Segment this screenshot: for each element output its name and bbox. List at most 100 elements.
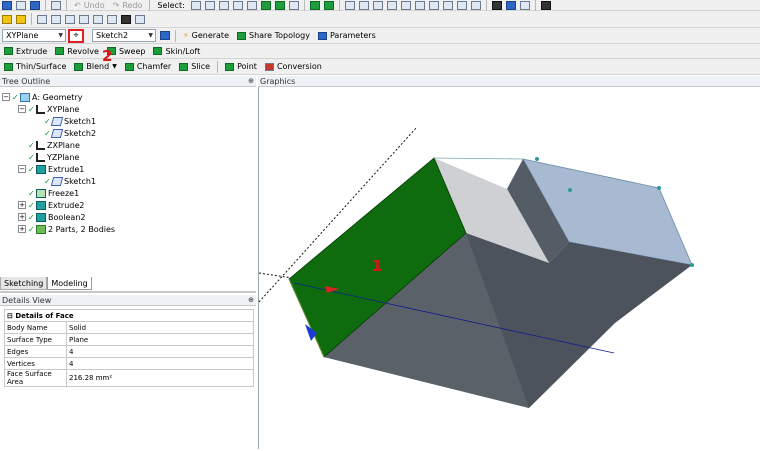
extend-select-icon[interactable] bbox=[274, 0, 285, 10]
units-icon[interactable] bbox=[2, 14, 12, 24]
previous-view-icon[interactable] bbox=[428, 0, 439, 10]
tree-item-boolean2[interactable]: + ✓ Boolean2 bbox=[18, 211, 85, 223]
details-row-value[interactable]: Plane bbox=[66, 333, 254, 346]
expand-icon[interactable]: + bbox=[18, 213, 26, 221]
tree-item-sketch1[interactable]: ✓ Sketch1 bbox=[44, 115, 96, 127]
flag-icon[interactable] bbox=[135, 14, 145, 24]
look-at-icon[interactable] bbox=[491, 0, 502, 10]
circle-tool-icon[interactable] bbox=[93, 14, 103, 24]
new-sketch-icon[interactable] bbox=[160, 31, 170, 40]
generate-button[interactable]: ⚡ Generate bbox=[179, 29, 233, 42]
rotate-icon[interactable] bbox=[344, 0, 355, 10]
graphics-viewport[interactable]: 1 bbox=[258, 87, 760, 449]
details-row-value[interactable]: 4 bbox=[66, 345, 254, 358]
details-row[interactable]: Surface Type Plane bbox=[4, 333, 254, 346]
parameters-button[interactable]: Parameters bbox=[314, 29, 380, 42]
tab-sketching[interactable]: Sketching bbox=[0, 277, 48, 290]
select-all-icon[interactable] bbox=[309, 0, 320, 10]
tab-modeling[interactable]: Modeling bbox=[47, 277, 92, 290]
vertex-point[interactable] bbox=[657, 186, 661, 190]
vertex-point[interactable] bbox=[568, 188, 572, 192]
details-row[interactable]: Vertices 4 bbox=[4, 357, 254, 370]
constraint-tool-icon[interactable] bbox=[121, 14, 131, 24]
point-button[interactable]: Point bbox=[221, 60, 261, 73]
details-row[interactable]: Face Surface Area 216.28 mm² bbox=[4, 369, 254, 387]
revolve-button[interactable]: Revolve bbox=[51, 45, 103, 58]
share-topology-button[interactable]: Share Topology bbox=[233, 29, 314, 42]
tree-item-label: Extrude1 bbox=[48, 164, 85, 174]
tree-item-extrude1-sketch1[interactable]: ✓ Sketch1 bbox=[44, 175, 96, 187]
sketch-dropdown[interactable]: Sketch2 ▼ bbox=[92, 29, 156, 42]
new-icon[interactable] bbox=[2, 0, 12, 10]
thinsurface-button[interactable]: Thin/Surface bbox=[0, 60, 70, 73]
undo-button[interactable]: ↶ Undo bbox=[70, 0, 109, 12]
select-mode-icon[interactable] bbox=[190, 0, 201, 10]
new-plane-button[interactable]: ⌖ bbox=[68, 28, 84, 43]
dimension-tool-icon[interactable] bbox=[107, 14, 117, 24]
details-row[interactable]: Body Name Solid bbox=[4, 321, 254, 334]
details-row-name: Edges bbox=[4, 345, 67, 358]
collapse-icon[interactable]: ⊟ bbox=[7, 312, 13, 320]
conversion-button[interactable]: Conversion bbox=[261, 60, 326, 73]
expand-icon[interactable]: + bbox=[18, 225, 26, 233]
edge-filter-icon[interactable] bbox=[232, 0, 243, 10]
line-tool-icon[interactable] bbox=[37, 14, 47, 24]
redo-button[interactable]: ↷ Redo bbox=[109, 0, 147, 12]
spline-tool-icon[interactable] bbox=[79, 14, 89, 24]
tree-item-xyplane[interactable]: − ✓ XYPlane bbox=[18, 103, 79, 115]
select-filter-icon[interactable] bbox=[204, 0, 215, 10]
zoom-fit-icon[interactable] bbox=[400, 0, 411, 10]
zoom-icon[interactable] bbox=[372, 0, 383, 10]
blend-button[interactable]: Blend ▼ bbox=[70, 60, 120, 73]
pane-divider[interactable] bbox=[0, 291, 256, 293]
chamfer-button[interactable]: Chamfer bbox=[121, 60, 175, 73]
tree-item-extrude2[interactable]: + ✓ Extrude2 bbox=[18, 199, 84, 211]
display-plane-icon[interactable] bbox=[470, 0, 481, 10]
tree-item-freeze1[interactable]: ✓ Freeze1 bbox=[28, 187, 79, 199]
face-filter-icon[interactable] bbox=[246, 0, 257, 10]
vertex-point[interactable] bbox=[690, 263, 694, 267]
arc-tool-icon[interactable] bbox=[65, 14, 75, 24]
point-filter-icon[interactable] bbox=[218, 0, 229, 10]
details-row[interactable]: Edges 4 bbox=[4, 345, 254, 358]
screenshot-icon[interactable] bbox=[51, 0, 61, 10]
details-row-value[interactable]: 216.28 mm² bbox=[66, 369, 254, 387]
extrude-button[interactable]: Extrude bbox=[0, 45, 51, 58]
collapse-icon[interactable]: − bbox=[2, 93, 10, 101]
collapse-icon[interactable]: − bbox=[18, 165, 26, 173]
tree-item-geometry[interactable]: − ✓ A: Geometry bbox=[2, 91, 82, 103]
magnifier-icon[interactable] bbox=[414, 0, 425, 10]
extend-all-icon[interactable] bbox=[323, 0, 334, 10]
zoom-box-icon[interactable] bbox=[386, 0, 397, 10]
body-filter-icon[interactable] bbox=[260, 0, 271, 10]
tree-item-yzplane[interactable]: ✓ YZPlane bbox=[28, 151, 79, 163]
pin-icon[interactable]: ⊕ bbox=[248, 296, 256, 304]
tree-item-extrude1[interactable]: − ✓ Extrude1 bbox=[18, 163, 84, 175]
model-view[interactable] bbox=[258, 87, 760, 449]
save-icon[interactable] bbox=[30, 0, 40, 10]
pan-icon[interactable] bbox=[358, 0, 369, 10]
open-icon[interactable] bbox=[16, 0, 26, 10]
display-edge-icon[interactable] bbox=[519, 0, 530, 10]
expand-icon[interactable]: + bbox=[18, 201, 26, 209]
skinloft-button[interactable]: Skin/Loft bbox=[149, 45, 204, 58]
tree-item-zxplane[interactable]: ✓ ZXPlane bbox=[28, 139, 80, 151]
collapse-icon[interactable]: − bbox=[18, 105, 26, 113]
next-view-icon[interactable] bbox=[442, 0, 453, 10]
tree-item-parts[interactable]: + ✓ 2 Parts, 2 Bodies bbox=[18, 223, 115, 235]
pin-icon[interactable]: ⊕ bbox=[248, 77, 256, 85]
vertex-point[interactable] bbox=[535, 157, 539, 161]
details-row-value[interactable]: Solid bbox=[66, 321, 254, 334]
conversion-label: Conversion bbox=[276, 62, 322, 71]
details-row-value[interactable]: 4 bbox=[66, 357, 254, 370]
polyline-tool-icon[interactable] bbox=[51, 14, 61, 24]
options-icon[interactable] bbox=[16, 14, 26, 24]
display-model-icon[interactable] bbox=[505, 0, 516, 10]
iso-view-icon[interactable] bbox=[456, 0, 467, 10]
plane-dropdown[interactable]: XYPlane ▼ bbox=[2, 29, 66, 42]
expand-icon[interactable] bbox=[288, 0, 299, 10]
slice-button[interactable]: Slice bbox=[175, 60, 214, 73]
tree-item-sketch2[interactable]: ✓ Sketch2 bbox=[44, 127, 96, 139]
tree-item-label: Sketch1 bbox=[64, 176, 97, 186]
help-icon[interactable] bbox=[540, 0, 551, 10]
